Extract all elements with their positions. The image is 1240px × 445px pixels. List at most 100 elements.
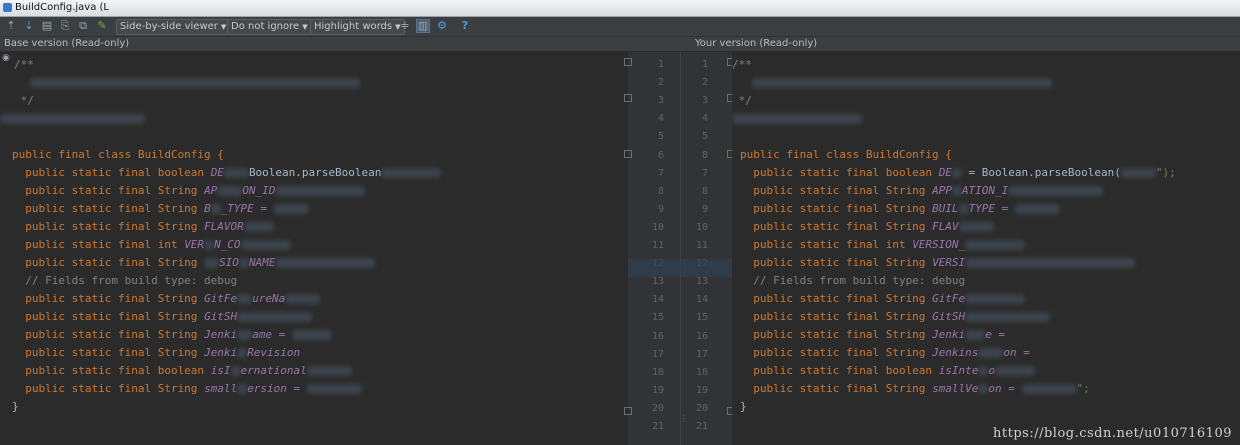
scroll-indicator-icon: ⋮ [680, 414, 688, 423]
line-number: 20 [695, 402, 708, 414]
edit-icon[interactable]: ✎ [95, 19, 109, 33]
base-version-pane[interactable]: ◉ /** */ public final class BuildConfig … [0, 52, 628, 445]
line-number-gutter: 123456789101112131415161718192021 123458… [624, 52, 735, 445]
eye-icon[interactable]: ◉ [2, 53, 10, 63]
up-arrow-icon[interactable]: ⇡ [4, 19, 18, 33]
fold-marker[interactable] [624, 150, 632, 158]
line-number: 7 [701, 167, 708, 179]
line-number: 17 [695, 348, 708, 360]
fold-marker[interactable] [624, 407, 632, 415]
code-line: public static final String GitSH [12, 308, 313, 326]
apply-icon[interactable]: ⎘ [58, 19, 72, 33]
highlight-dropdown[interactable]: Highlight words ▼ [310, 19, 405, 35]
code-line [0, 110, 145, 128]
code-line [752, 74, 1052, 92]
current-line-highlight-gutter [628, 259, 732, 277]
line-number: 9 [701, 203, 708, 215]
code-line: public static final String GitSH [740, 308, 1051, 326]
code-line: // Fields from build type: debug [740, 274, 966, 287]
watermark-text: https://blog.csdn.net/u010716109 [993, 426, 1232, 441]
down-arrow-icon[interactable]: ⇣ [22, 19, 36, 33]
code-line [30, 74, 360, 92]
code-line: public final class BuildConfig { [12, 148, 224, 161]
code-line: public static final int VER N_CO [12, 236, 291, 254]
line-number: 21 [651, 421, 664, 432]
line-number: 16 [695, 330, 708, 342]
gutter-divider [680, 52, 681, 445]
fold-marker[interactable] [624, 94, 632, 102]
line-number: 8 [701, 185, 708, 197]
chevron-down-icon: ▼ [302, 23, 308, 31]
line-number: 15 [695, 312, 708, 324]
code-line: public static final boolean isInte o [740, 362, 1036, 380]
line-number: 8 [701, 149, 708, 161]
code-line: public static final String Jenkins on = [740, 346, 1030, 359]
code-line: */ [14, 94, 34, 107]
code-line: public static final String Jenki Revision [12, 346, 301, 359]
collapse-unchanged-icon[interactable]: ≑ [398, 19, 412, 33]
app-icon [3, 3, 12, 12]
line-number: 4 [657, 113, 664, 125]
line-number: 2 [701, 77, 708, 89]
line-number: 5 [701, 131, 708, 143]
highlight-dropdown-label: Highlight words [314, 21, 393, 32]
line-number: 4 [701, 113, 708, 125]
code-line: public static final String VERSI [740, 254, 1136, 272]
diff-toolbar: ⇡ ⇣ ▤ ⎘ ⧉ ✎ Side-by-side viewer ▼ Do not … [0, 17, 1240, 37]
code-line: public static final boolean DE = Boolean… [740, 166, 1176, 179]
save-icon[interactable]: ▤ [40, 19, 54, 33]
code-line: public static final boolean isI ernationa… [12, 362, 352, 380]
code-line: /** [732, 58, 752, 71]
line-number: 14 [651, 294, 664, 306]
sync-scroll-icon[interactable]: ▥ [416, 19, 430, 33]
line-number: 11 [651, 240, 664, 251]
line-number: 21 [695, 421, 708, 432]
line-number: 9 [657, 203, 664, 215]
your-version-pane[interactable]: /** */ public final class BuildConfig { … [732, 52, 1240, 445]
line-number: 1 [701, 59, 708, 70]
code-line: public static final String FLAVOR [12, 218, 274, 236]
window-title-bar: BuildConfig.java (L [0, 0, 1240, 17]
line-number: 19 [695, 384, 708, 396]
ignore-dropdown-label: Do not ignore [231, 21, 300, 32]
line-number: 15 [651, 312, 664, 324]
line-number: 16 [651, 330, 664, 342]
code-line [732, 110, 862, 128]
gear-icon[interactable]: ⚙ [435, 19, 449, 33]
viewer-dropdown[interactable]: Side-by-side viewer ▼ [116, 19, 231, 35]
merge-icon[interactable]: ⧉ [76, 19, 90, 33]
left-pane-header: Base version (Read-only) [4, 38, 130, 49]
code-line: public static final String GitFe [740, 290, 1026, 308]
line-number: 6 [657, 149, 664, 161]
line-number: 1 [657, 59, 664, 70]
code-line: public static final String small ersion = [12, 380, 362, 398]
code-line: public static final String Jenki e = [740, 328, 1006, 341]
line-number: 14 [695, 294, 708, 306]
code-line: public final class BuildConfig { [740, 148, 952, 161]
line-number: 5 [657, 131, 664, 143]
fold-marker[interactable] [624, 58, 632, 66]
line-number: 2 [657, 77, 664, 89]
code-line: public static final String Jenki ame = [12, 326, 332, 344]
line-number: 11 [695, 240, 708, 251]
help-icon[interactable]: ? [458, 19, 472, 33]
ignore-dropdown[interactable]: Do not ignore ▼ [227, 19, 312, 35]
line-number: 18 [651, 366, 664, 378]
line-number: 17 [651, 348, 664, 360]
code-line: /** [14, 58, 34, 71]
code-line: public static final String smallVe on = "… [740, 382, 1090, 395]
code-line: public static final int VERSION_ [740, 236, 1026, 254]
code-line: public static final String AP ON_ID [12, 182, 366, 200]
code-line: // Fields from build type: debug [12, 274, 238, 287]
code-line: public static final String B _TYPE = [12, 200, 309, 218]
chevron-down-icon: ▼ [220, 23, 227, 31]
line-number: 19 [651, 384, 664, 396]
line-number: 7 [657, 167, 664, 179]
pane-headers: Base version (Read-only) Your version (R… [0, 37, 1240, 51]
code-line: public static final String FLAV [740, 218, 994, 236]
viewer-dropdown-label: Side-by-side viewer [120, 21, 218, 32]
line-number: 10 [695, 221, 708, 233]
code-line: public static final String APP ATION_I [740, 182, 1104, 200]
line-number: 10 [651, 221, 664, 233]
code-line: public static final boolean DE Boolean.pa… [12, 164, 442, 182]
